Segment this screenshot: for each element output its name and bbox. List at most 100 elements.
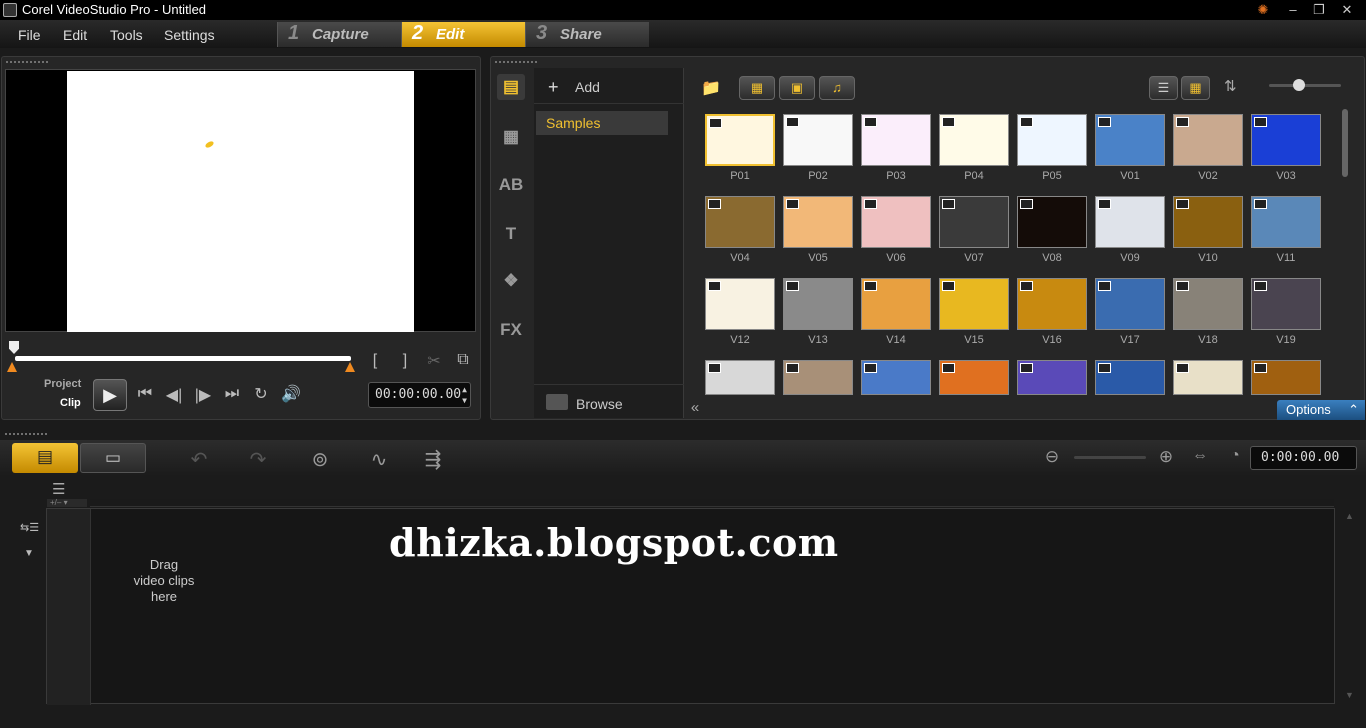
media-thumbnail[interactable] [939,360,1009,395]
tab-share[interactable]: 3 Share [525,22,649,47]
mark-out-icon[interactable]: ] [398,352,412,370]
previous-frame-icon[interactable]: ◀| [163,385,185,405]
instant-project-icon[interactable]: ▦ [497,124,525,150]
menu-settings[interactable]: Settings [164,27,215,43]
scrubber-bar[interactable] [15,356,351,361]
media-thumbnail[interactable] [1095,114,1165,166]
media-thumbnail[interactable] [1251,114,1321,166]
list-view-button[interactable]: ☰ [1149,76,1178,100]
media-thumbnail[interactable] [705,196,775,248]
zoom-in-icon[interactable]: ⊕ [1151,447,1181,467]
fit-project-icon[interactable]: ⇔ [1185,447,1215,465]
auto-music-icon[interactable]: ⇶ [418,447,448,472]
browse-button[interactable]: Browse [576,396,623,412]
repeat-icon[interactable]: ↻ [250,384,272,404]
redo-icon[interactable]: ↷ [243,447,273,472]
media-thumbnail[interactable] [1251,278,1321,330]
project-mode-label[interactable]: Project [44,378,81,390]
app-icon[interactable] [3,3,17,17]
media-thumbnail[interactable] [1251,360,1321,395]
media-thumbnail[interactable] [861,278,931,330]
panel-grip[interactable] [494,60,538,64]
add-folder-icon[interactable]: + [548,77,559,98]
add-folder-button[interactable]: Add [575,79,600,95]
media-thumbnail[interactable] [1017,114,1087,166]
browse-icon[interactable] [546,394,568,410]
open-folder-icon[interactable]: 📁 [701,78,723,97]
transition-icon[interactable]: AB [497,172,525,198]
timeline-ruler[interactable] [90,499,1334,507]
home-icon[interactable]: ⏮ [134,385,156,403]
media-thumbnail[interactable] [1095,360,1165,395]
play-button[interactable]: ▶ [93,379,127,411]
timecode-spinner-icon[interactable]: ▲ ▼ [462,384,467,406]
collapse-library-icon[interactable]: « [685,399,705,419]
media-thumbnail[interactable] [1017,196,1087,248]
media-thumbnail[interactable] [1173,360,1243,395]
graphic-icon[interactable]: ❖ [497,268,525,294]
undo-icon[interactable]: ↶ [184,447,214,472]
audio-filter-toggle[interactable]: ♫ [819,76,855,100]
media-thumbnail[interactable] [705,360,775,395]
media-thumbnail[interactable] [705,114,775,166]
player-timecode[interactable]: 00:00:00.00 ▲ ▼ [368,382,471,408]
volume-icon[interactable]: 🔊 [280,384,302,404]
panel-grip[interactable] [5,60,49,64]
record-capture-icon[interactable]: ⊚ [305,447,335,472]
panel-grip[interactable] [4,432,48,436]
media-thumbnail[interactable] [1017,360,1087,395]
folder-samples[interactable]: Samples [536,111,668,135]
library-scrollbar[interactable] [1342,109,1348,177]
enlarge-preview-icon[interactable]: ⧉ [452,351,474,369]
menu-file[interactable]: File [18,27,41,43]
zoom-out-icon[interactable]: ⊖ [1037,447,1067,467]
project-duration-icon[interactable]: ◔ [1220,447,1250,465]
thumbnail-view-button[interactable]: ▦ [1181,76,1210,100]
timeline-timecode[interactable]: 0:00:00.00 [1250,446,1357,470]
title-icon[interactable]: T [497,221,525,247]
photo-filter-toggle[interactable]: ▣ [779,76,815,100]
media-thumbnail[interactable] [1095,196,1165,248]
split-clip-icon[interactable]: ✂ [423,351,445,371]
thumbnail-size-slider[interactable] [1269,84,1341,87]
video-filter-toggle[interactable]: ▦ [739,76,775,100]
media-thumbnail[interactable] [783,114,853,166]
media-thumbnail[interactable] [1017,278,1087,330]
menu-edit[interactable]: Edit [63,27,87,43]
tab-capture[interactable]: 1 Capture [277,22,401,47]
thumbnail-size-slider-knob[interactable] [1293,79,1305,91]
close-button[interactable]: ✕ [1337,1,1357,19]
clip-mode-label[interactable]: Clip [60,397,81,409]
storyboard-view-button[interactable]: ▤ [12,443,78,473]
options-button[interactable]: Options ⌃ [1277,400,1365,420]
media-library-icon[interactable]: ▤ [497,74,525,100]
media-thumbnail[interactable] [1251,196,1321,248]
end-icon[interactable]: ⏭ [221,385,243,403]
media-thumbnail[interactable] [1173,196,1243,248]
media-thumbnail[interactable] [939,196,1009,248]
scroll-down-icon[interactable]: ▼ [1345,690,1357,700]
media-thumbnail[interactable] [939,278,1009,330]
next-frame-icon[interactable]: |▶ [192,385,214,405]
timeline-ruler-controls[interactable]: +/– ▾ [47,499,87,507]
restore-button[interactable]: ❐ [1309,1,1329,19]
filter-fx-icon[interactable]: FX [497,317,525,343]
tab-edit[interactable]: 2 Edit [401,22,525,47]
minimize-button[interactable]: – [1283,1,1303,19]
media-thumbnail[interactable] [861,360,931,395]
media-thumbnail[interactable] [1095,278,1165,330]
media-thumbnail[interactable] [861,114,931,166]
media-thumbnail[interactable] [783,278,853,330]
media-thumbnail[interactable] [1173,278,1243,330]
chevron-down-icon[interactable]: ▼ [24,548,36,559]
zoom-slider[interactable] [1074,456,1146,459]
sound-mixer-icon[interactable]: ∿ [364,447,394,472]
media-thumbnail[interactable] [939,114,1009,166]
scroll-up-icon[interactable]: ▲ [1345,511,1357,521]
corel-guide-icon[interactable]: ✺ [1253,1,1273,19]
media-thumbnail[interactable] [861,196,931,248]
track-manager-icon[interactable]: ☰ [52,480,76,498]
menu-tools[interactable]: Tools [110,27,143,43]
mark-in-icon[interactable]: [ [368,352,382,370]
track-mode-icon[interactable]: ⇆☰ [20,521,42,535]
